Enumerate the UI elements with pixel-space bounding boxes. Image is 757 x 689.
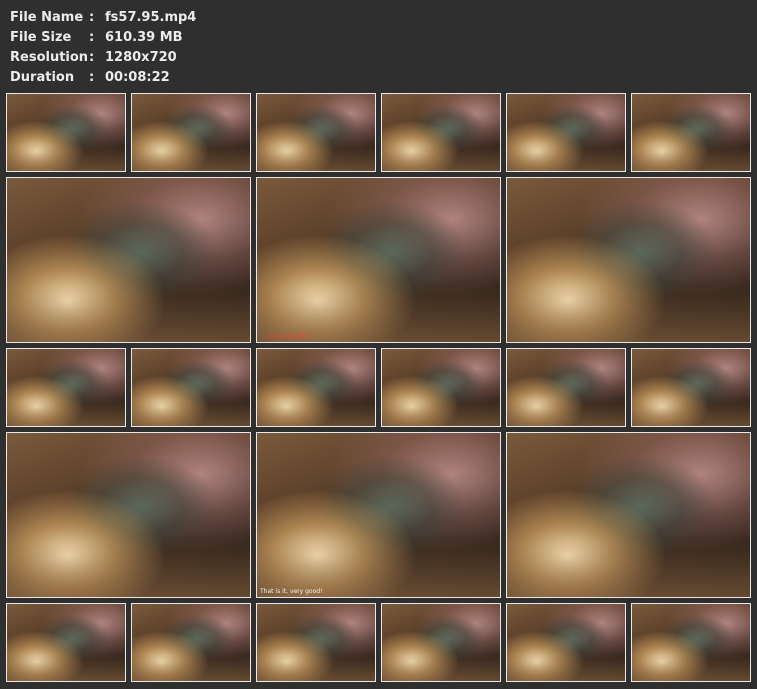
video-thumbnail[interactable] [131, 348, 251, 427]
video-thumbnail[interactable] [256, 93, 376, 172]
video-thumbnail[interactable] [506, 93, 626, 172]
video-thumbnail-large[interactable] [506, 432, 751, 598]
video-thumbnail[interactable] [506, 348, 626, 427]
video-thumbnail[interactable] [381, 93, 501, 172]
video-thumbnail[interactable] [256, 348, 376, 427]
video-thumbnail-large[interactable]: ... in my mouth? [256, 177, 501, 343]
video-thumbnail[interactable] [381, 348, 501, 427]
subtitle-caption: ... in my mouth? [260, 333, 309, 340]
video-thumbnail[interactable] [256, 603, 376, 682]
video-thumbnail[interactable] [631, 603, 751, 682]
video-thumbnail[interactable] [381, 603, 501, 682]
thumbnail-grid: ... in my mouth? That is it, very good! [0, 0, 757, 689]
video-thumbnail[interactable] [6, 603, 126, 682]
video-thumbnail[interactable] [131, 93, 251, 172]
video-thumbnail[interactable] [506, 603, 626, 682]
video-thumbnail[interactable] [631, 348, 751, 427]
video-thumbnail[interactable] [131, 603, 251, 682]
video-thumbnail-large[interactable]: That is it, very good! [256, 432, 501, 598]
video-thumbnail-large[interactable] [506, 177, 751, 343]
video-thumbnail[interactable] [6, 348, 126, 427]
video-thumbnail[interactable] [631, 93, 751, 172]
video-thumbnail[interactable] [6, 93, 126, 172]
subtitle-caption: That is it, very good! [260, 588, 323, 595]
video-thumbnail-large[interactable] [6, 432, 251, 598]
video-thumbnail-large[interactable] [6, 177, 251, 343]
